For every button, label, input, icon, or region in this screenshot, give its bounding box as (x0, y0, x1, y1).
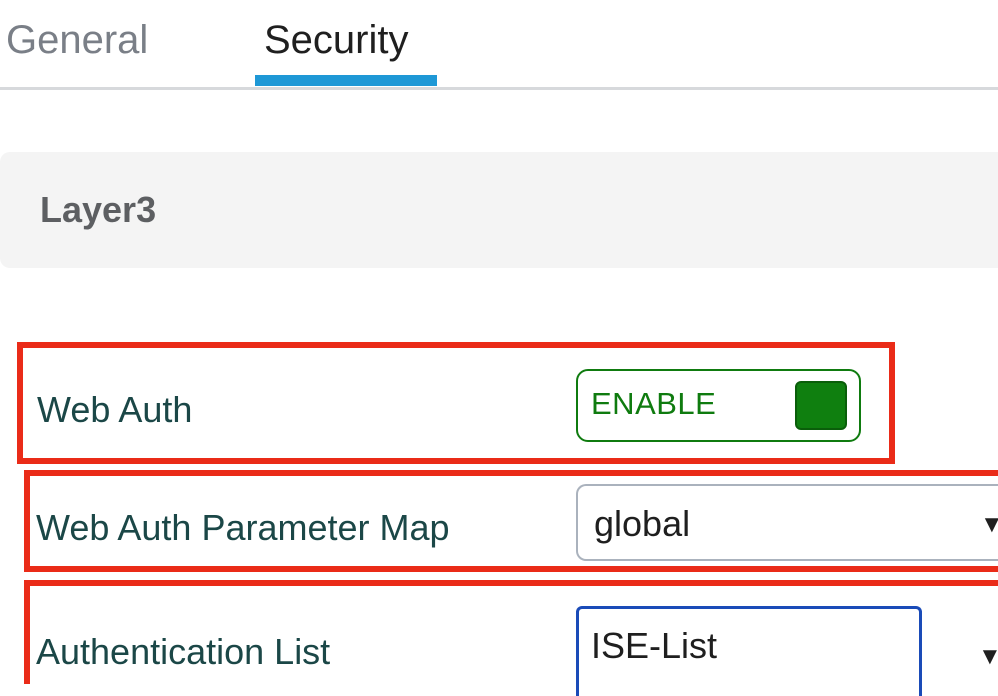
tab-security[interactable]: Security (264, 14, 409, 66)
highlight-box-web-auth: Web Auth ENABLE (17, 342, 895, 464)
chevron-down-icon[interactable]: ▼ (978, 642, 998, 672)
web-auth-label: Web Auth (37, 389, 193, 430)
authentication-list-label: Authentication List (36, 631, 331, 672)
highlight-box-web-auth-parameter-map: Web Auth Parameter Map global ▼ (24, 470, 998, 572)
tabs-divider (0, 87, 998, 90)
active-tab-indicator (255, 75, 437, 86)
highlight-box-authentication-list: Authentication List ISE-List ▼ (24, 580, 998, 696)
section-title: Layer3 (40, 189, 157, 230)
web-auth-toggle[interactable]: ENABLE (576, 369, 861, 442)
toggle-state-label: ENABLE (591, 386, 717, 421)
tab-general[interactable]: General (6, 14, 148, 66)
authentication-list-select[interactable]: ISE-List ▼ (576, 606, 998, 696)
web-auth-parameter-map-select[interactable]: global ▼ (576, 484, 998, 561)
web-auth-parameter-map-value: global (594, 503, 691, 544)
web-auth-parameter-map-label: Web Auth Parameter Map (36, 507, 450, 548)
toggle-knob (795, 381, 847, 430)
chevron-down-icon[interactable]: ▼ (980, 510, 998, 540)
authentication-list-value: ISE-List (591, 625, 718, 666)
section-header-layer3: Layer3 (0, 152, 998, 268)
